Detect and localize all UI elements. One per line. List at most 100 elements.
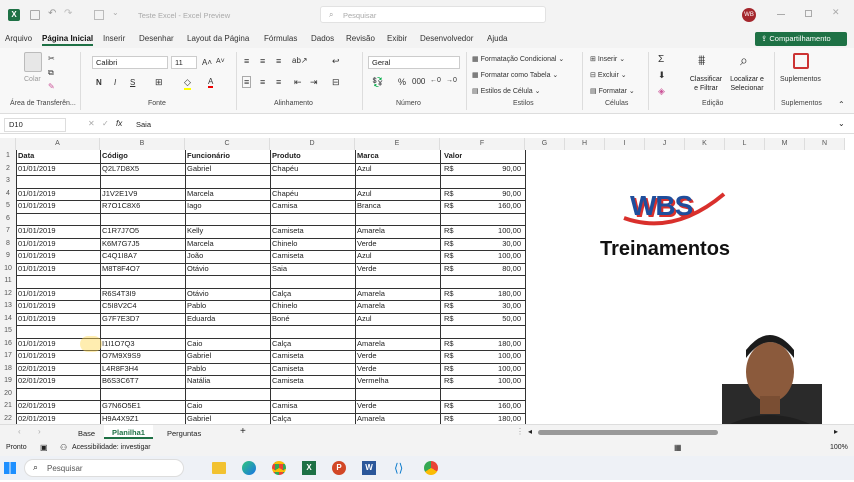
table-cell-currency[interactable]: R$ [444,350,454,363]
table-cell[interactable]: Verde [357,263,439,276]
table-cell[interactable]: 01/01/2019 [18,200,99,213]
quick-access-icon[interactable] [94,10,104,20]
table-cell-value[interactable]: 180,00 [460,288,521,301]
row-header[interactable]: 19 [0,375,16,388]
edge-icon[interactable] [242,461,256,475]
table-cell-value[interactable]: 100,00 [460,363,521,376]
column-header-f[interactable]: F [440,138,525,150]
table-cell[interactable]: Caio [187,338,269,351]
table-cell[interactable]: Amarela [357,225,439,238]
table-cell[interactable]: Saia [272,263,354,276]
word-icon[interactable]: W [362,461,376,475]
add-sheet-icon[interactable]: + [240,426,246,437]
table-cell-value[interactable]: 180,00 [460,338,521,351]
accessibility-icon[interactable]: ⚇ [60,443,67,452]
font-size-dropdown[interactable]: 11 [171,56,197,69]
table-cell-value[interactable]: 30,00 [460,238,521,251]
worksheet-grid[interactable]: ABCDEFGHIJKLMN 1 Data Código Funcionário Pro… [0,138,845,424]
table-cell[interactable]: 01/01/2019 [18,250,99,263]
close-icon[interactable]: ✕ [832,7,840,18]
insert-function-icon[interactable]: fx [116,119,122,128]
fill-color-icon[interactable]: ◇ [184,77,191,90]
tab-desenhar[interactable]: Desenhar [139,34,174,43]
table-cell-value[interactable]: 180,00 [460,413,521,425]
table-cell-currency[interactable]: R$ [444,300,454,313]
collapse-ribbon-icon[interactable]: ⌃ [838,100,845,109]
find-select-icon[interactable]: ⌕ [740,52,748,69]
table-cell[interactable]: Branca [357,200,439,213]
table-cell-value[interactable]: 160,00 [460,200,521,213]
align-top-icon[interactable]: ≡ [244,56,249,66]
row-header[interactable]: 20 [0,387,16,400]
row-header[interactable]: 7 [0,225,16,238]
bold-icon[interactable]: N [96,78,102,87]
column-header-h[interactable]: H [565,138,605,150]
save-icon[interactable] [30,10,40,20]
tab-exibir[interactable]: Exibir [387,34,407,43]
wrap-text-icon[interactable]: ↩ [332,56,340,67]
number-format-dropdown[interactable]: Geral [368,56,460,69]
decrease-indent-icon[interactable]: ⇤ [294,77,302,88]
row-header[interactable]: 5 [0,200,16,213]
table-cell[interactable]: Amarela [357,413,439,425]
table-cell[interactable]: João [187,250,269,263]
table-cell[interactable]: Chapéu [272,188,354,201]
table-cell[interactable]: Boné [272,313,354,326]
redo-icon[interactable]: ↷ [64,8,72,19]
align-middle-icon[interactable]: ≡ [260,56,265,66]
search-box[interactable]: ⌕ Pesquisar [320,6,546,23]
file-explorer-icon[interactable] [212,462,226,474]
table-cell[interactable]: Gabriel [187,163,269,176]
decrease-decimal-icon[interactable]: →0 [446,77,457,84]
column-header-a[interactable]: A [16,138,100,150]
table-cell-currency[interactable]: R$ [444,238,454,251]
table-cell[interactable]: Vermelha [357,375,439,388]
currency-icon[interactable]: 💱 [372,77,383,88]
sheet-tab-perguntas[interactable]: Perguntas [167,429,201,438]
table-cell[interactable]: B6S3C6T7 [102,375,184,388]
table-cell-currency[interactable]: R$ [444,225,454,238]
align-center-icon[interactable]: ≡ [260,77,265,87]
name-box[interactable]: D10 [4,118,66,132]
table-cell[interactable]: 01/01/2019 [18,300,99,313]
table-cell-currency[interactable]: R$ [444,188,454,201]
column-header-d[interactable]: D [270,138,355,150]
column-header-b[interactable]: B [100,138,185,150]
table-cell[interactable]: Calça [272,288,354,301]
table-cell[interactable]: Azul [357,163,439,176]
thousands-icon[interactable]: 000 [412,77,425,86]
undo-icon[interactable]: ↶ [48,8,56,19]
table-cell-currency[interactable]: R$ [444,400,454,413]
next-sheet-icon[interactable]: › [38,427,41,436]
expand-formula-icon[interactable]: ⌄ [838,119,845,128]
table-cell[interactable]: 02/01/2019 [18,413,99,425]
percent-icon[interactable]: % [398,77,406,87]
table-cell[interactable]: 01/01/2019 [18,238,99,251]
table-cell-value[interactable]: 50,00 [460,313,521,326]
merge-icon[interactable]: ⊟ [332,77,340,88]
table-cell[interactable]: Azul [357,313,439,326]
scroll-right-icon[interactable]: ▸ [834,427,838,436]
table-cell-value[interactable]: 90,00 [460,163,521,176]
table-cell[interactable]: Verde [357,400,439,413]
table-cell[interactable]: 01/01/2019 [18,188,99,201]
table-cell[interactable]: C4Q1I8A7 [102,250,184,263]
table-cell[interactable]: R7O1C8X6 [102,200,184,213]
tab-ajuda[interactable]: Ajuda [487,34,507,43]
table-cell[interactable]: Amarela [357,338,439,351]
table-cell[interactable]: Verde [357,350,439,363]
delete-cells-button[interactable]: ⊟ Excluir ⌄ [590,71,627,79]
fill-icon[interactable]: ⬇ [658,70,666,81]
table-cell[interactable]: Calça [272,338,354,351]
maximize-icon[interactable] [805,10,812,17]
column-header-g[interactable]: G [525,138,565,150]
sheet-tab-base[interactable]: Base [78,429,95,438]
table-cell-currency[interactable]: R$ [444,163,454,176]
table-cell[interactable]: M8T8F4O7 [102,263,184,276]
shrink-font-icon[interactable]: A˅ [216,58,225,65]
table-cell[interactable]: Q2L7D8X5 [102,163,184,176]
taskbar-search[interactable]: ⌕ Pesquisar [24,459,184,477]
tab-layout[interactable]: Layout da Página [187,34,249,43]
table-cell[interactable]: 02/01/2019 [18,363,99,376]
row-header[interactable]: 6 [0,212,16,225]
